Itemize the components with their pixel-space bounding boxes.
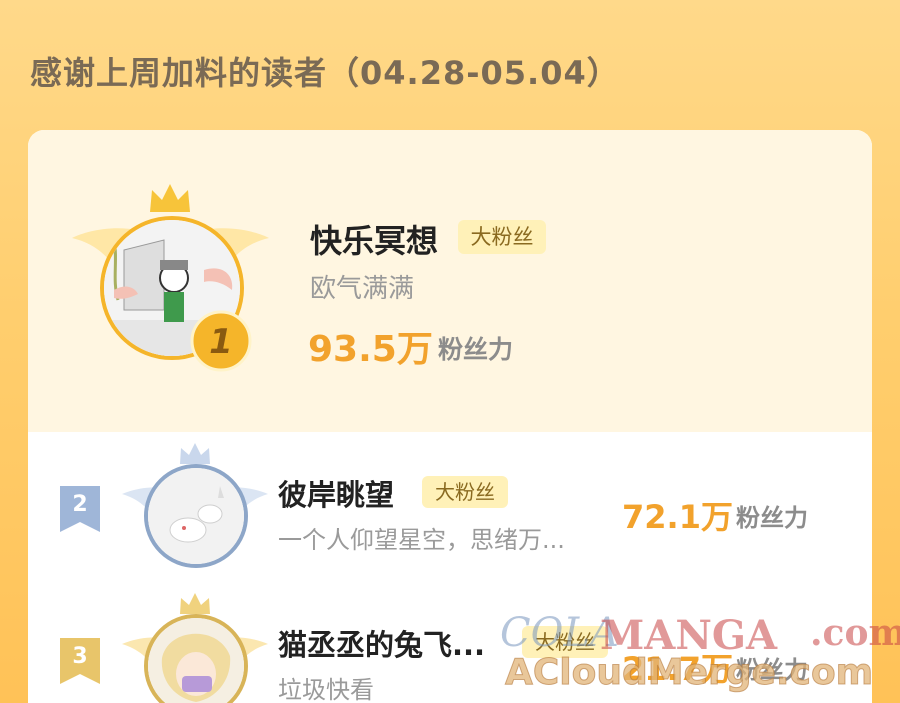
page-title: 感谢上周加料的读者（04.28-05.04）: [30, 54, 620, 92]
reader-name[interactable]: 彼岸眺望: [278, 472, 394, 514]
rank-3-ribbon: 3: [60, 638, 100, 684]
watermark: .com: [810, 612, 900, 654]
reader-subtitle: 垃圾快看: [278, 676, 374, 703]
fan-badge: 大粉丝: [422, 476, 508, 508]
fan-power-label: 粉丝力: [438, 335, 514, 364]
rank-3-number: 3: [72, 644, 88, 669]
rank-1-number: 1: [209, 322, 233, 362]
reader-subtitle: 一个人仰望星空，思绪万...: [278, 526, 565, 554]
rank-1-row[interactable]: 1 快乐冥想 大粉丝 欧气满满 93.5万 粉丝力: [28, 130, 872, 432]
fan-power-label: 粉丝力: [736, 504, 808, 532]
crown-icon: [180, 443, 210, 464]
crown-icon: [150, 184, 190, 212]
reader-subtitle: 欧气满满: [310, 274, 415, 304]
rank-2-ribbon: 2: [60, 486, 100, 532]
rank-2-row[interactable]: 2 彼岸眺望 大粉丝 一个人仰望星空，思绪万... 72.1万 粉丝力: [28, 432, 872, 582]
rank-2-number: 2: [72, 492, 88, 517]
reader-name[interactable]: 猫丞丞的兔飞...: [278, 622, 485, 664]
avatar[interactable]: [144, 464, 248, 568]
crown-icon: [180, 593, 210, 614]
reader-name[interactable]: 快乐冥想: [310, 216, 438, 262]
fan-badge: 大粉丝: [458, 220, 546, 254]
fan-power-value: 72.1万: [622, 498, 733, 536]
rank-1-medal-icon: 1: [190, 310, 252, 372]
fan-power-value: 93.5万: [308, 329, 433, 370]
watermark: ACloudMerge.com: [504, 652, 874, 694]
